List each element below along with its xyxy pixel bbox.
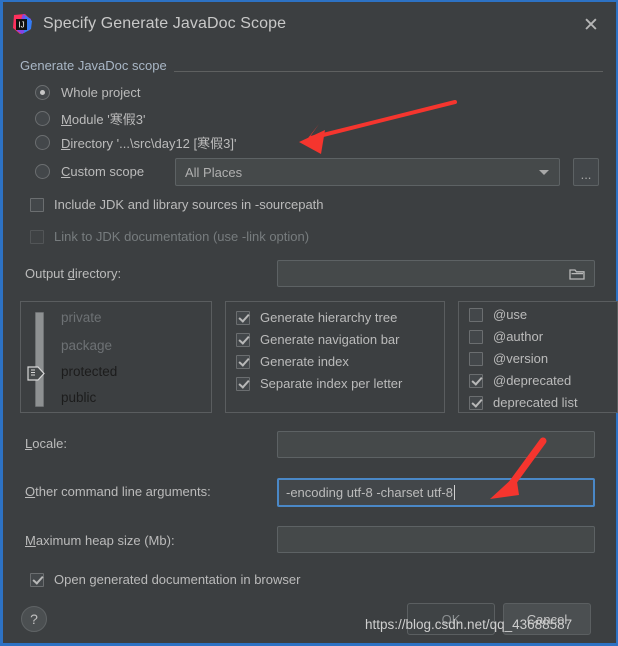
link-jdk-checkbox (30, 229, 44, 244)
custom-scope-mnemonic: C (61, 164, 71, 179)
heap-label-row: Maximum heap size (Mb): (25, 533, 175, 548)
generate-hierarchy-label: Generate hierarchy tree (260, 310, 398, 325)
watermark-text: https://blog.csdn.net/qq_43688587 (365, 617, 573, 632)
generate-options-panel: Generate hierarchy tree Generate navigat… (225, 301, 445, 413)
module-label-text: odule '寒假3' (71, 112, 146, 127)
other-args-mnemonic: O (25, 484, 36, 499)
whole-project-radio[interactable] (35, 85, 50, 100)
visibility-panel: private package protected public (20, 301, 212, 413)
visibility-slider-track[interactable] (35, 312, 44, 407)
other-args-label-row: Other command line arguments: (25, 484, 211, 499)
module-mnemonic: M (61, 112, 72, 127)
chevron-down-icon (539, 170, 549, 175)
generate-index-row[interactable]: Generate index (236, 354, 349, 369)
heap-label: Maximum heap size (Mb): (25, 533, 175, 548)
window-title: Specify Generate JavaDoc Scope (43, 15, 287, 32)
directory-radio[interactable] (35, 135, 50, 150)
visibility-package[interactable]: package (61, 338, 112, 353)
other-args-label: Other command line arguments: (25, 484, 211, 499)
other-args-input[interactable]: -encoding utf-8 -charset utf-8 (277, 478, 595, 507)
generate-index-label: Generate index (260, 354, 349, 369)
link-jdk-row: Link to JDK documentation (use -link opt… (30, 229, 309, 244)
whole-project-label: Whole project (61, 85, 141, 100)
generate-javadoc-dialog: IJ Specify Generate JavaDoc Scope ✕ Gene… (0, 0, 618, 646)
include-jdk-label: Include JDK and library sources in -sour… (54, 197, 324, 212)
locale-label: Locale: (25, 436, 67, 451)
visibility-public[interactable]: public (61, 390, 96, 405)
custom-scope-browse-button[interactable]: ... (573, 158, 599, 186)
deprecated-list-row[interactable]: deprecated list (469, 395, 578, 410)
title-bar: IJ Specify Generate JavaDoc Scope ✕ (3, 2, 616, 46)
deprecated-list-checkbox[interactable] (469, 395, 483, 410)
tag-version-row[interactable]: @version (469, 351, 548, 366)
slider-handle-icon[interactable] (27, 366, 45, 384)
whole-project-radio-row[interactable]: Whole project (35, 85, 140, 100)
generate-navbar-label: Generate navigation bar (260, 332, 400, 347)
tag-version-label: @version (493, 351, 549, 366)
include-jdk-checkbox[interactable] (30, 197, 44, 212)
custom-scope-radio[interactable] (35, 164, 50, 179)
tag-version-checkbox[interactable] (469, 351, 483, 366)
heap-mnemonic: M (25, 533, 36, 548)
scope-group-label: Generate JavaDoc scope (20, 58, 174, 73)
tag-author-checkbox[interactable] (469, 329, 483, 344)
help-button[interactable]: ? (21, 606, 47, 632)
text-caret (453, 485, 455, 500)
visibility-private[interactable]: private (61, 310, 102, 325)
locale-mnemonic: L (25, 436, 33, 451)
open-browser-checkbox[interactable] (30, 572, 44, 587)
custom-scope-combo-value: All Places (185, 164, 243, 180)
directory-mnemonic: D (61, 136, 71, 151)
locale-label-row: Locale: (25, 436, 67, 451)
tag-author-row[interactable]: @author (469, 329, 543, 344)
directory-label-text: irectory '...\src\day12 [寒假3]' (70, 136, 237, 151)
output-directory-label: Output directory: (25, 266, 122, 281)
module-label: Module '寒假3' (61, 109, 145, 128)
generate-hierarchy-checkbox[interactable] (236, 310, 250, 325)
generate-navbar-checkbox[interactable] (236, 332, 250, 347)
custom-scope-combo[interactable]: All Places (175, 158, 560, 186)
custom-scope-radio-row[interactable]: Custom scope (35, 164, 144, 179)
visibility-protected[interactable]: protected (61, 364, 117, 379)
close-icon[interactable]: ✕ (578, 12, 604, 38)
link-jdk-label: Link to JDK documentation (use -link opt… (54, 229, 310, 244)
locale-input[interactable] (277, 431, 595, 458)
tag-use-row[interactable]: @use (469, 307, 527, 322)
output-directory-label-row: Output directory: (25, 266, 121, 281)
generate-navbar-row[interactable]: Generate navigation bar (236, 332, 399, 347)
deprecated-list-label: deprecated list (493, 395, 578, 410)
open-browser-label: Open generated documentation in browser (54, 572, 301, 587)
output-directory-input[interactable] (277, 260, 595, 287)
separate-index-checkbox[interactable] (236, 376, 250, 391)
annotation-arrow-1 (299, 100, 457, 154)
module-radio-row[interactable]: Module '寒假3' (35, 109, 145, 128)
include-jdk-row[interactable]: Include JDK and library sources in -sour… (30, 197, 324, 212)
open-browser-row[interactable]: Open generated documentation in browser (30, 572, 300, 587)
directory-radio-row[interactable]: Directory '...\src\day12 [寒假3]' (35, 133, 236, 152)
tags-panel: @use @author @version @deprecated deprec… (458, 301, 618, 413)
tag-author-label: @author (493, 329, 544, 344)
separate-index-row[interactable]: Separate index per letter (236, 376, 402, 391)
tag-deprecated-label: @deprecated (493, 373, 572, 388)
tag-use-label: @use (493, 307, 528, 322)
separate-index-label: Separate index per letter (260, 376, 403, 391)
tag-deprecated-row[interactable]: @deprecated (469, 373, 571, 388)
module-radio[interactable] (35, 111, 50, 126)
directory-label: Directory '...\src\day12 [寒假3]' (61, 133, 236, 152)
folder-icon[interactable] (569, 268, 585, 284)
output-directory-mnemonic: d (67, 266, 75, 281)
tag-deprecated-checkbox[interactable] (469, 373, 483, 388)
generate-index-checkbox[interactable] (236, 354, 250, 369)
heap-input[interactable] (277, 526, 595, 553)
svg-text:IJ: IJ (18, 20, 24, 29)
generate-hierarchy-row[interactable]: Generate hierarchy tree (236, 310, 397, 325)
custom-scope-label: Custom scope (61, 164, 144, 179)
tag-use-checkbox[interactable] (469, 307, 483, 322)
custom-scope-label-text: ustom scope (70, 164, 145, 179)
intellij-idea-logo-icon: IJ (11, 13, 33, 35)
other-args-value: -encoding utf-8 -charset utf-8 (286, 485, 453, 500)
